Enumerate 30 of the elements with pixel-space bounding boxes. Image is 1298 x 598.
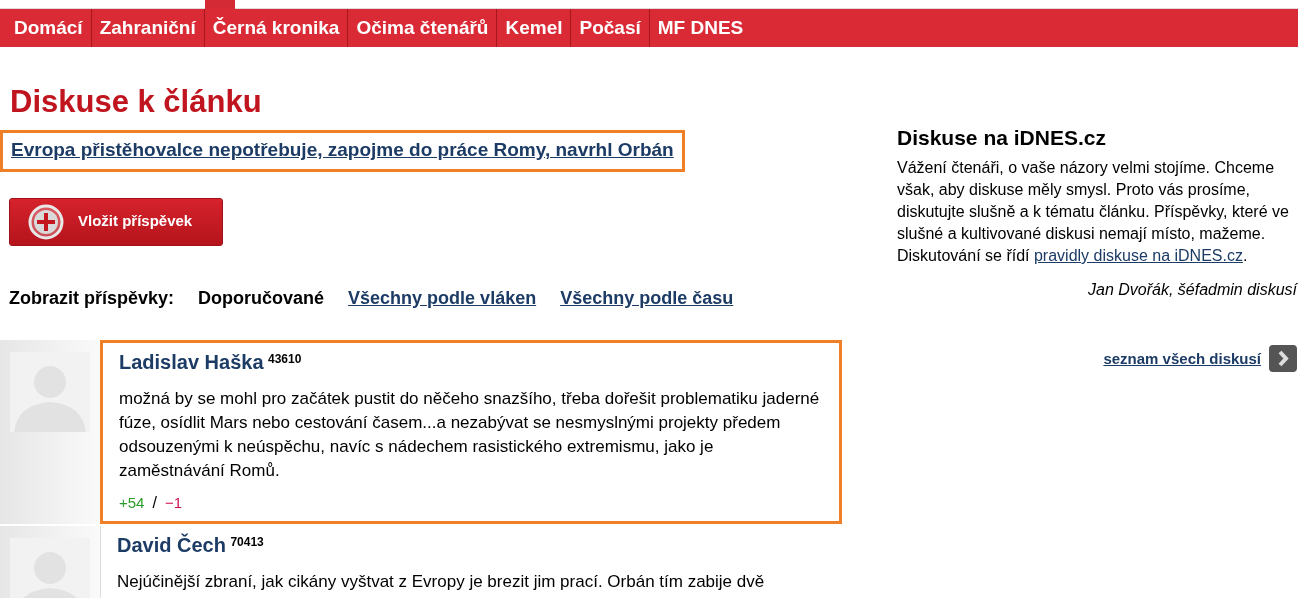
filter-link[interactable]: Doporučované [198, 284, 325, 312]
comment-text: Nejúčinější zbraní, jak cikány vyštvat z Evropy je brezit jim prací. Orbán tím zabije dvě [117, 570, 766, 593]
rules-link[interactable]: pravidly diskuse na iDNES.cz [1033, 247, 1243, 264]
comment-author[interactable]: Ladislav Haška [119, 350, 264, 373]
nav-link[interactable]: Domácí [6, 9, 92, 47]
nav-link[interactable]: Očima čtenářů [348, 9, 498, 47]
downvote-count[interactable]: −1 [164, 493, 182, 511]
chevron-right-icon[interactable] [1269, 345, 1297, 372]
filter-link[interactable]: Všechny podle vláken [348, 284, 537, 312]
vote-separator: / [152, 493, 157, 511]
filter-label: Zobrazit příspěvky: [9, 286, 175, 310]
plus-icon [28, 203, 64, 240]
all-discussions-link[interactable]: seznam všech diskusí [1103, 347, 1261, 370]
sidebar-text: Vážení čtenáři, o vaše názory velmi stojíme. Chceme však, aby diskuse měly smysl. Proto vás prosíme, diskutujte slušně a k tématu článku. Příspěvky, které ve slušné a kultivované diskusi nemají místo, mažeme. Diskutování se řídí pravidly diskuse na iDNES.cz. [897, 158, 1290, 266]
add-post-button[interactable]: Vložit příspěvek [9, 197, 224, 246]
comment-author[interactable]: David Čech [117, 533, 226, 556]
comment-text: možná by se mohl pro začátek pustit do něčeho snazšího, třeba dořešit problematiku jaderné fúze, osídlit Mars nebo cestování časem...a nezabývat se nesmyslnými projekty předem odsouzenými k neúspěchu, navíc s nádechem rasistického extremismu, jako je zaměstnávání Romů. [119, 387, 821, 482]
sidebar-title: Diskuse na iDNES.cz [897, 127, 1107, 149]
upvote-count[interactable]: +54 [119, 493, 145, 511]
article-link[interactable]: Evropa přistěhovalce nepotřebuje, zapojme do práce Romy, navrhl Orbán [11, 139, 674, 161]
nav-link[interactable]: Kemel [497, 9, 572, 47]
filter-link[interactable]: Všechny podle času [560, 284, 734, 312]
nav-link[interactable]: Černá kronika [204, 9, 349, 47]
nav-link[interactable]: MF DNES [649, 9, 752, 47]
author-score: 70413 [230, 534, 264, 549]
nav-link[interactable]: Počasí [571, 9, 650, 47]
author-score: 43610 [268, 351, 302, 366]
nav-link[interactable]: Zahraniční [91, 9, 205, 47]
signature: Jan Dvořák, šéfadmin diskusí [1087, 280, 1297, 300]
page-heading: Diskuse k článku [10, 83, 263, 121]
